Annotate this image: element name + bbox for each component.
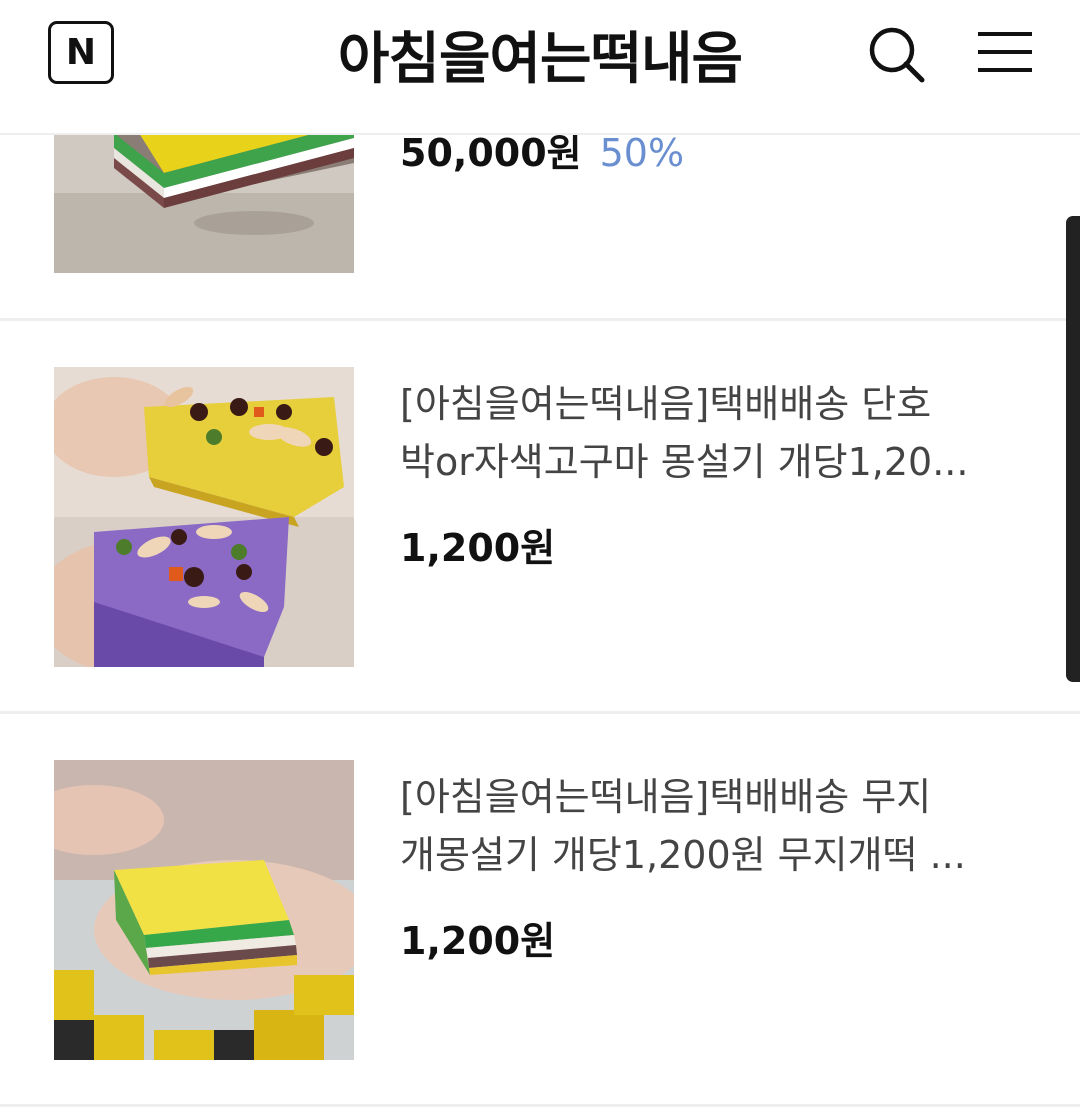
search-icon[interactable]	[866, 24, 926, 84]
hamburger-menu-icon[interactable]	[978, 30, 1032, 74]
price-value: 50,000원	[400, 131, 582, 175]
product-price: 1,200원	[400, 919, 556, 963]
product-title-line: 박or자색고구마 몽설기 개당1,20...	[400, 440, 969, 484]
scrollbar[interactable]	[1066, 216, 1080, 682]
product-title-line: 개몽설기 개당1,200원 무지개떡 ...	[400, 833, 966, 877]
discount-rate: 50%	[599, 131, 685, 175]
product-item[interactable]: [아침을여는떡내음]택배배송 무지 개몽설기 개당1,200원 무지개떡 ...…	[0, 714, 1080, 1107]
product-title-line: [아침을여는떡내음]택배배송 단호	[400, 382, 932, 426]
product-title-line: [아침을여는떡내음]택배배송 무지	[400, 775, 932, 819]
product-item[interactable]: [아침을여는떡내음]택배배송 단호 박or자색고구마 몽설기 개당1,20...…	[0, 321, 1080, 713]
product-price: 1,200원	[400, 526, 556, 570]
product-thumbnail[interactable]	[54, 760, 354, 1060]
product-thumbnail[interactable]	[54, 367, 354, 667]
product-list: 50,000원 50% [아침을여는떡내음]택배배송 단호 박or자색고구마 몽…	[0, 0, 1080, 1107]
product-title[interactable]: [아침을여는떡내음]택배배송 단호 박or자색고구마 몽설기 개당1,20...	[400, 375, 1020, 491]
app-header: N 아침을여는떡내음	[0, 0, 1080, 135]
product-title[interactable]: [아침을여는떡내음]택배배송 무지 개몽설기 개당1,200원 무지개떡 ...	[400, 768, 1020, 884]
